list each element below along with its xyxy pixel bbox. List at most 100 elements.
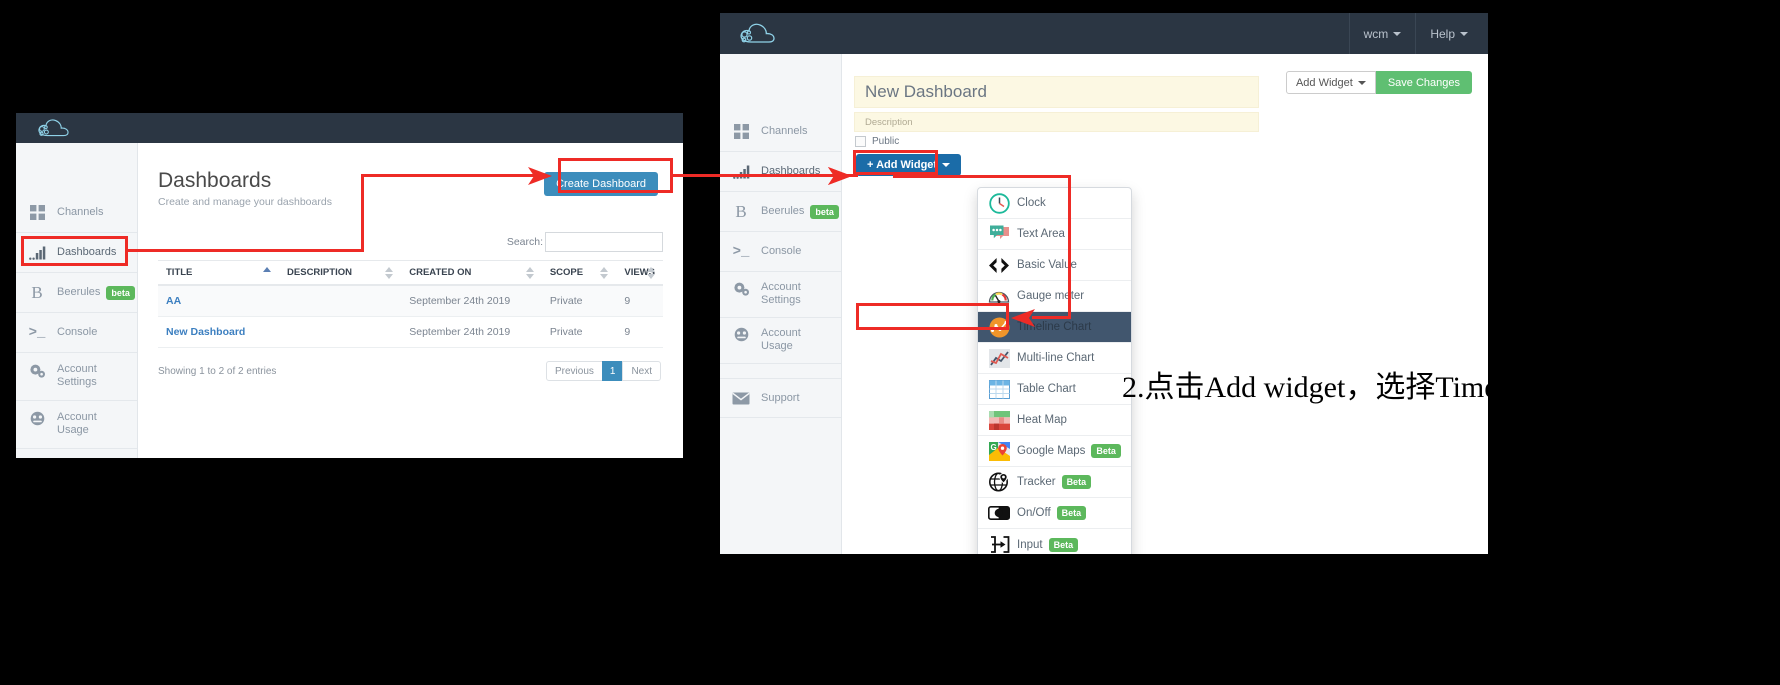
cloud-logo[interactable] (720, 21, 777, 47)
annotation-arrowhead-3 (1011, 309, 1035, 327)
column-header-views[interactable]: VIEWS (616, 260, 663, 286)
sidebar-item-console[interactable]: >_ Console (720, 232, 841, 272)
cell-title[interactable]: AA (158, 285, 280, 317)
public-label: Public (872, 136, 900, 147)
add-widget-button[interactable]: + Add Widget (856, 154, 962, 176)
table-row[interactable]: New Dashboard September 24th 2019 Privat… (158, 316, 663, 348)
sort-arrows-icon[interactable] (263, 266, 272, 279)
sidebar-item-label: Channels (57, 206, 104, 219)
sidebar-item-dashboards[interactable]: Dashboards (720, 152, 841, 192)
pagination-next[interactable]: Next (622, 361, 661, 381)
menu-item-label: On/Off (1017, 507, 1051, 519)
left-topbar (16, 113, 683, 143)
help-menu[interactable]: Help (1415, 13, 1488, 54)
dashboards-table: TITLE DESCRIPTION CREATED ON SCOPE VIEWS… (158, 260, 663, 348)
add-widget-label: + Add Widget (867, 159, 938, 171)
column-header-title[interactable]: TITLE (158, 260, 280, 286)
cell-title[interactable]: New Dashboard (158, 316, 280, 348)
pagination-previous-label: Previous (554, 365, 594, 377)
cell-description (279, 316, 402, 348)
annotation-line-3b (1068, 175, 1071, 319)
menu-item-clock[interactable]: Clock (978, 188, 1131, 219)
sort-arrows-icon[interactable] (600, 266, 609, 279)
table-footer: Showing 1 to 2 of 2 entries Previous 1 N… (158, 361, 663, 381)
save-changes-button[interactable]: Save Changes (1375, 71, 1472, 94)
pagination-next-label: Next (631, 365, 652, 377)
table-info: Showing 1 to 2 of 2 entries (158, 365, 277, 377)
annotation-line-1b (361, 175, 364, 252)
menu-item-label: Table Chart (1017, 383, 1076, 395)
help-menu-label: Help (1430, 26, 1455, 41)
menu-item-multi-line-chart[interactable]: Multi-line Chart (978, 343, 1131, 374)
sidebar-item-beerules[interactable]: B Beerules beta (16, 273, 137, 313)
grid-icon (730, 124, 752, 139)
column-header-scope[interactable]: SCOPE (541, 260, 617, 286)
menu-item-label: Tracker (1017, 476, 1056, 488)
column-header-description[interactable]: DESCRIPTION (279, 260, 402, 286)
column-header-created-on[interactable]: CREATED ON (401, 260, 542, 286)
beta-badge: Beta (1061, 475, 1092, 489)
chevron-down-icon (942, 163, 951, 167)
letter-b-icon: B (735, 201, 747, 221)
sidebar-item-dashboards[interactable]: Dashboards (16, 233, 137, 273)
account-menu[interactable]: wcm (1348, 13, 1416, 54)
sort-arrows-icon[interactable] (647, 266, 655, 279)
beta-badge: Beta (1056, 506, 1087, 520)
menu-item-table-chart[interactable]: Table Chart (978, 374, 1131, 405)
gap-black-mask (683, 113, 720, 458)
menu-item-basic-value[interactable]: Basic Value (978, 250, 1131, 281)
dashboard-description-field[interactable]: Description (854, 112, 1259, 132)
annotation-line-3a (893, 175, 1071, 178)
cell-created-on: September 24th 2019 (401, 285, 542, 317)
sidebar-item-account-usage[interactable]: Account Usage (16, 401, 137, 449)
bars-icon (26, 246, 48, 260)
gauge-icon (987, 286, 1011, 306)
dashboard-title-field[interactable]: New Dashboard (854, 76, 1259, 108)
annotation-line-3c (1032, 316, 1071, 319)
chevron-down-icon (1460, 31, 1468, 36)
left-bottom-black-mask (0, 458, 720, 554)
table-row[interactable]: AA September 24th 2019 Private 9 (158, 285, 663, 317)
right-sidebar: Channels Dashboards B Beerules beta >_ C… (720, 54, 842, 554)
public-checkbox-row[interactable]: Public (855, 136, 899, 147)
pagination-page-1[interactable]: 1 (601, 361, 624, 381)
sidebar-item-support[interactable]: Support (720, 378, 841, 418)
menu-item-gauge-meter[interactable]: Gauge meter (978, 281, 1131, 312)
sort-arrows-icon[interactable] (385, 266, 394, 279)
sidebar-item-account-usage[interactable]: Account Usage (720, 318, 841, 364)
table-head: TITLE DESCRIPTION CREATED ON SCOPE VIEWS (158, 260, 663, 286)
menu-item-google-maps[interactable]: G Google Maps Beta (978, 436, 1131, 467)
menu-item-heat-map[interactable]: Heat Map (978, 405, 1131, 436)
account-menu-label: wcm (1363, 26, 1389, 41)
widget-type-menu[interactable]: Clock Text Area Basic Value Gauge meter … (977, 187, 1132, 554)
left-content: Dashboards Create and manage your dashbo… (138, 143, 683, 458)
public-checkbox[interactable] (855, 136, 866, 147)
sidebar-item-channels[interactable]: Channels (16, 193, 137, 233)
create-dashboard-button[interactable]: Create Dashboard (544, 172, 658, 196)
sidebar-item-channels[interactable]: Channels (720, 112, 841, 152)
menu-item-label: Google Maps (1017, 445, 1086, 457)
cell-created-on: September 24th 2019 (401, 316, 542, 348)
column-label: SCOPE (549, 267, 584, 278)
add-widget-top-button[interactable]: Add Widget (1285, 71, 1376, 94)
sort-arrows-icon[interactable] (525, 266, 534, 279)
search-input[interactable] (545, 232, 663, 252)
menu-item-text-area[interactable]: Text Area (978, 219, 1131, 250)
sidebar-item-label: Beerules (57, 286, 101, 299)
heat-map-icon (987, 410, 1011, 430)
multiline-chart-icon (987, 348, 1011, 368)
menu-item-tracker[interactable]: Tracker Beta (978, 467, 1131, 498)
sidebar-item-console[interactable]: >_ Console (16, 313, 137, 353)
text-area-icon (987, 225, 1011, 243)
right-topbar: wcm Help (720, 13, 1488, 54)
cloud-logo[interactable] (16, 117, 72, 140)
screenshot-stage: wcm Help Channels Dashboards B Beerules … (0, 0, 1780, 685)
sidebar-item-beerules[interactable]: B Beerules beta (720, 192, 841, 232)
sidebar-item-account-settings[interactable]: Account Settings (720, 272, 841, 318)
envelope-icon (730, 392, 752, 405)
menu-item-input[interactable]: Input Beta (978, 529, 1131, 554)
menu-item-on-off[interactable]: On/Off Beta (978, 498, 1131, 529)
pagination: Previous 1 Next (545, 361, 661, 381)
sidebar-item-account-settings[interactable]: Account Settings (16, 353, 137, 401)
pagination-previous[interactable]: Previous (545, 361, 603, 381)
